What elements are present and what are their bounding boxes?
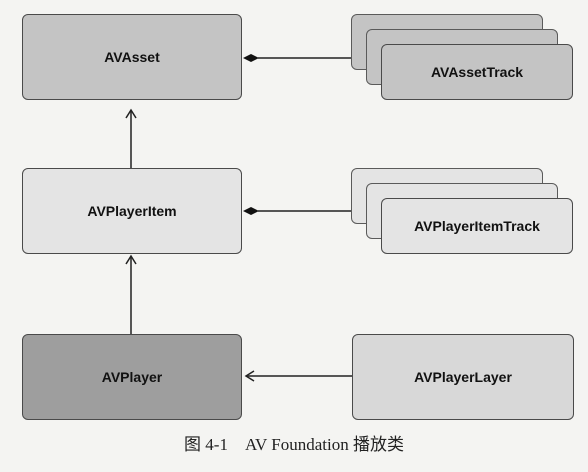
avplayerlayer-label: AVPlayerLayer [414,369,512,385]
avplayerlayer-box: AVPlayerLayer [352,334,574,420]
avasset-box: AVAsset [22,14,242,100]
avplayeritemtrack-box: AVPlayerItemTrack [381,198,573,254]
avplayeritem-label: AVPlayerItem [87,203,177,219]
avplayeritemtrack-label: AVPlayerItemTrack [414,218,540,234]
avplayer-box: AVPlayer [22,334,242,420]
avplayer-label: AVPlayer [101,369,163,385]
avasset-label: AVAsset [104,49,160,65]
figure-caption: 图 4-1 AV Foundation 播放类 [184,435,404,454]
avassettrack-label: AVAssetTrack [430,64,524,80]
composition-diamond-asset [243,54,259,62]
avassettrack-box: AVAssetTrack [381,44,573,100]
avplayeritem-box: AVPlayerItem [22,168,242,254]
composition-diamond-playeritem [243,207,259,215]
